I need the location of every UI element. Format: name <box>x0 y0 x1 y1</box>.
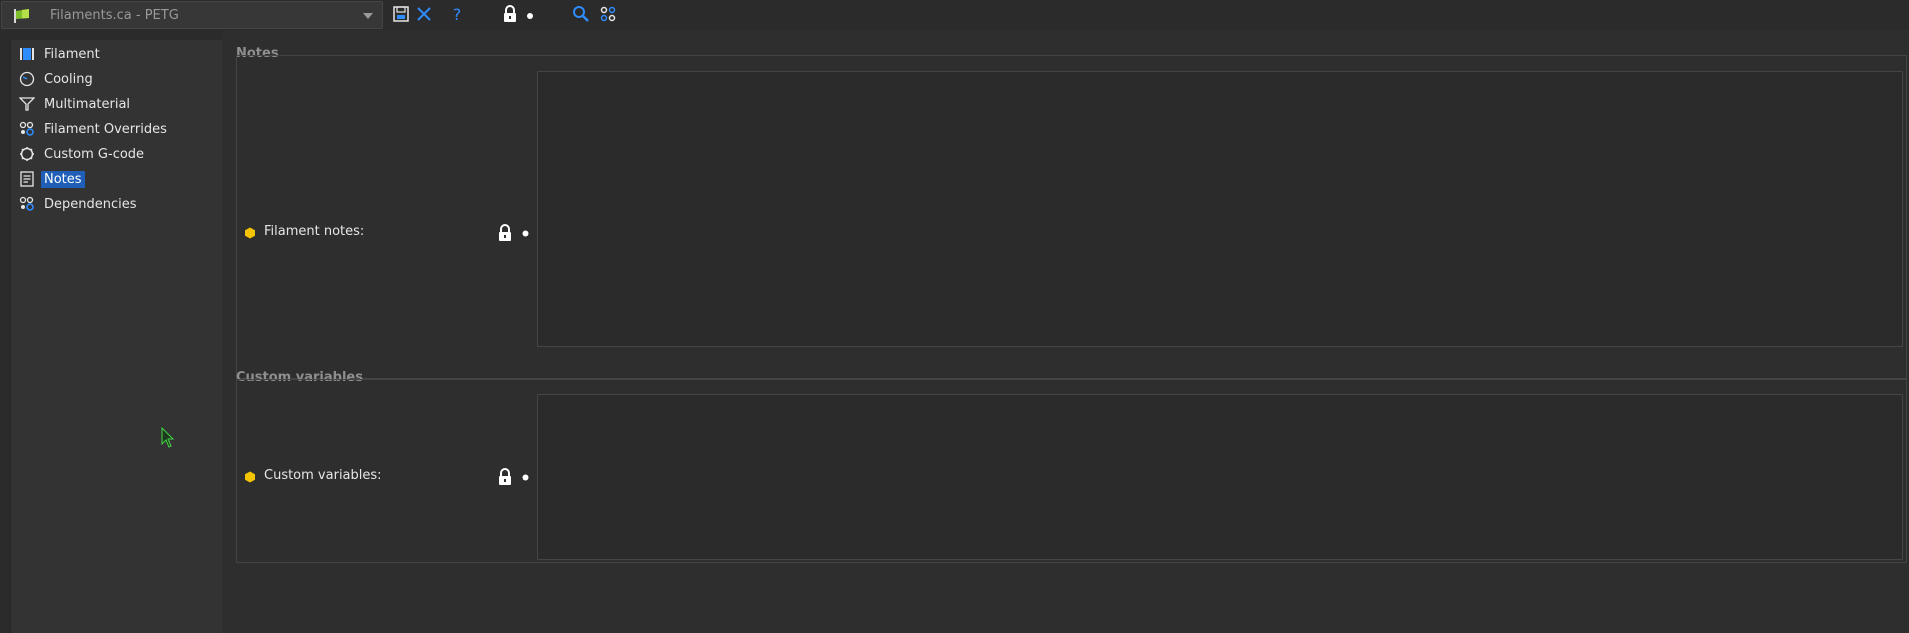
multimaterial-icon <box>19 97 35 111</box>
sidebar-item-notes[interactable]: Notes <box>19 168 85 190</box>
gcode-icon <box>20 147 34 161</box>
notes-icon <box>20 171 34 187</box>
top-toolbar: Filaments.ca - PETG ? <box>0 0 1909 30</box>
hexagon-bullet-icon <box>245 471 255 483</box>
delete-icon[interactable] <box>414 4 434 24</box>
preset-name: Filaments.ca - PETG <box>50 8 179 23</box>
lock-icon[interactable] <box>497 224 513 242</box>
dependencies-icon <box>19 196 34 211</box>
custom-variables-group: Custom variables: <box>236 379 1907 563</box>
search-icon[interactable] <box>571 4 591 24</box>
option-label: Filament notes: <box>264 224 365 239</box>
lock-icon[interactable] <box>500 4 520 24</box>
lock-icon[interactable] <box>497 468 513 486</box>
cooling-icon <box>19 71 35 87</box>
hexagon-bullet-icon <box>245 227 255 239</box>
sidebar-item-filament-overrides[interactable]: Filament Overrides <box>19 118 170 140</box>
dot-icon <box>527 13 533 19</box>
help-icon[interactable]: ? <box>447 4 467 24</box>
chevron-down-icon <box>363 13 373 19</box>
sidebar-item-label: Notes <box>41 170 85 188</box>
custom-variables-option: Custom variables: <box>237 466 537 488</box>
filament-icon <box>20 48 34 60</box>
filament-notes-textarea[interactable] <box>537 71 1903 347</box>
option-label: Custom variables: <box>264 468 382 483</box>
svg-text:?: ? <box>453 5 462 24</box>
sidebar-item-label: Dependencies <box>44 196 137 212</box>
dot-icon[interactable] <box>522 474 529 481</box>
save-icon[interactable] <box>391 4 411 24</box>
sidebar-item-custom-gcode[interactable]: Custom G-code <box>19 143 147 165</box>
sidebar: Filament Cooling Multimaterial Filament … <box>0 30 222 633</box>
mouse-cursor-icon <box>161 427 175 448</box>
sidebar-item-label: Multimaterial <box>44 96 131 112</box>
sidebar-item-label: Filament <box>44 46 100 62</box>
preset-dropdown[interactable]: Filaments.ca - PETG <box>1 1 383 29</box>
compare-icon[interactable] <box>598 4 618 24</box>
notes-group: Filament notes: <box>236 55 1907 379</box>
sidebar-item-filament[interactable]: Filament <box>19 43 103 65</box>
sidebar-item-label: Filament Overrides <box>44 121 167 137</box>
dot-icon[interactable] <box>522 230 529 237</box>
settings-page: Notes Filament notes: Custom variables C… <box>222 30 1909 633</box>
sidebar-item-label: Cooling <box>44 71 93 87</box>
custom-variables-textarea[interactable] <box>537 394 1903 560</box>
sidebar-item-dependencies[interactable]: Dependencies <box>19 193 140 215</box>
overrides-icon <box>19 121 34 136</box>
sidebar-item-label: Custom G-code <box>44 146 145 162</box>
sidebar-item-cooling[interactable]: Cooling <box>19 68 96 90</box>
flag-icon <box>14 9 29 23</box>
filament-notes-option: Filament notes: <box>237 222 537 244</box>
page-tree: Filament Cooling Multimaterial Filament … <box>10 40 222 633</box>
sidebar-item-multimaterial[interactable]: Multimaterial <box>19 93 133 115</box>
